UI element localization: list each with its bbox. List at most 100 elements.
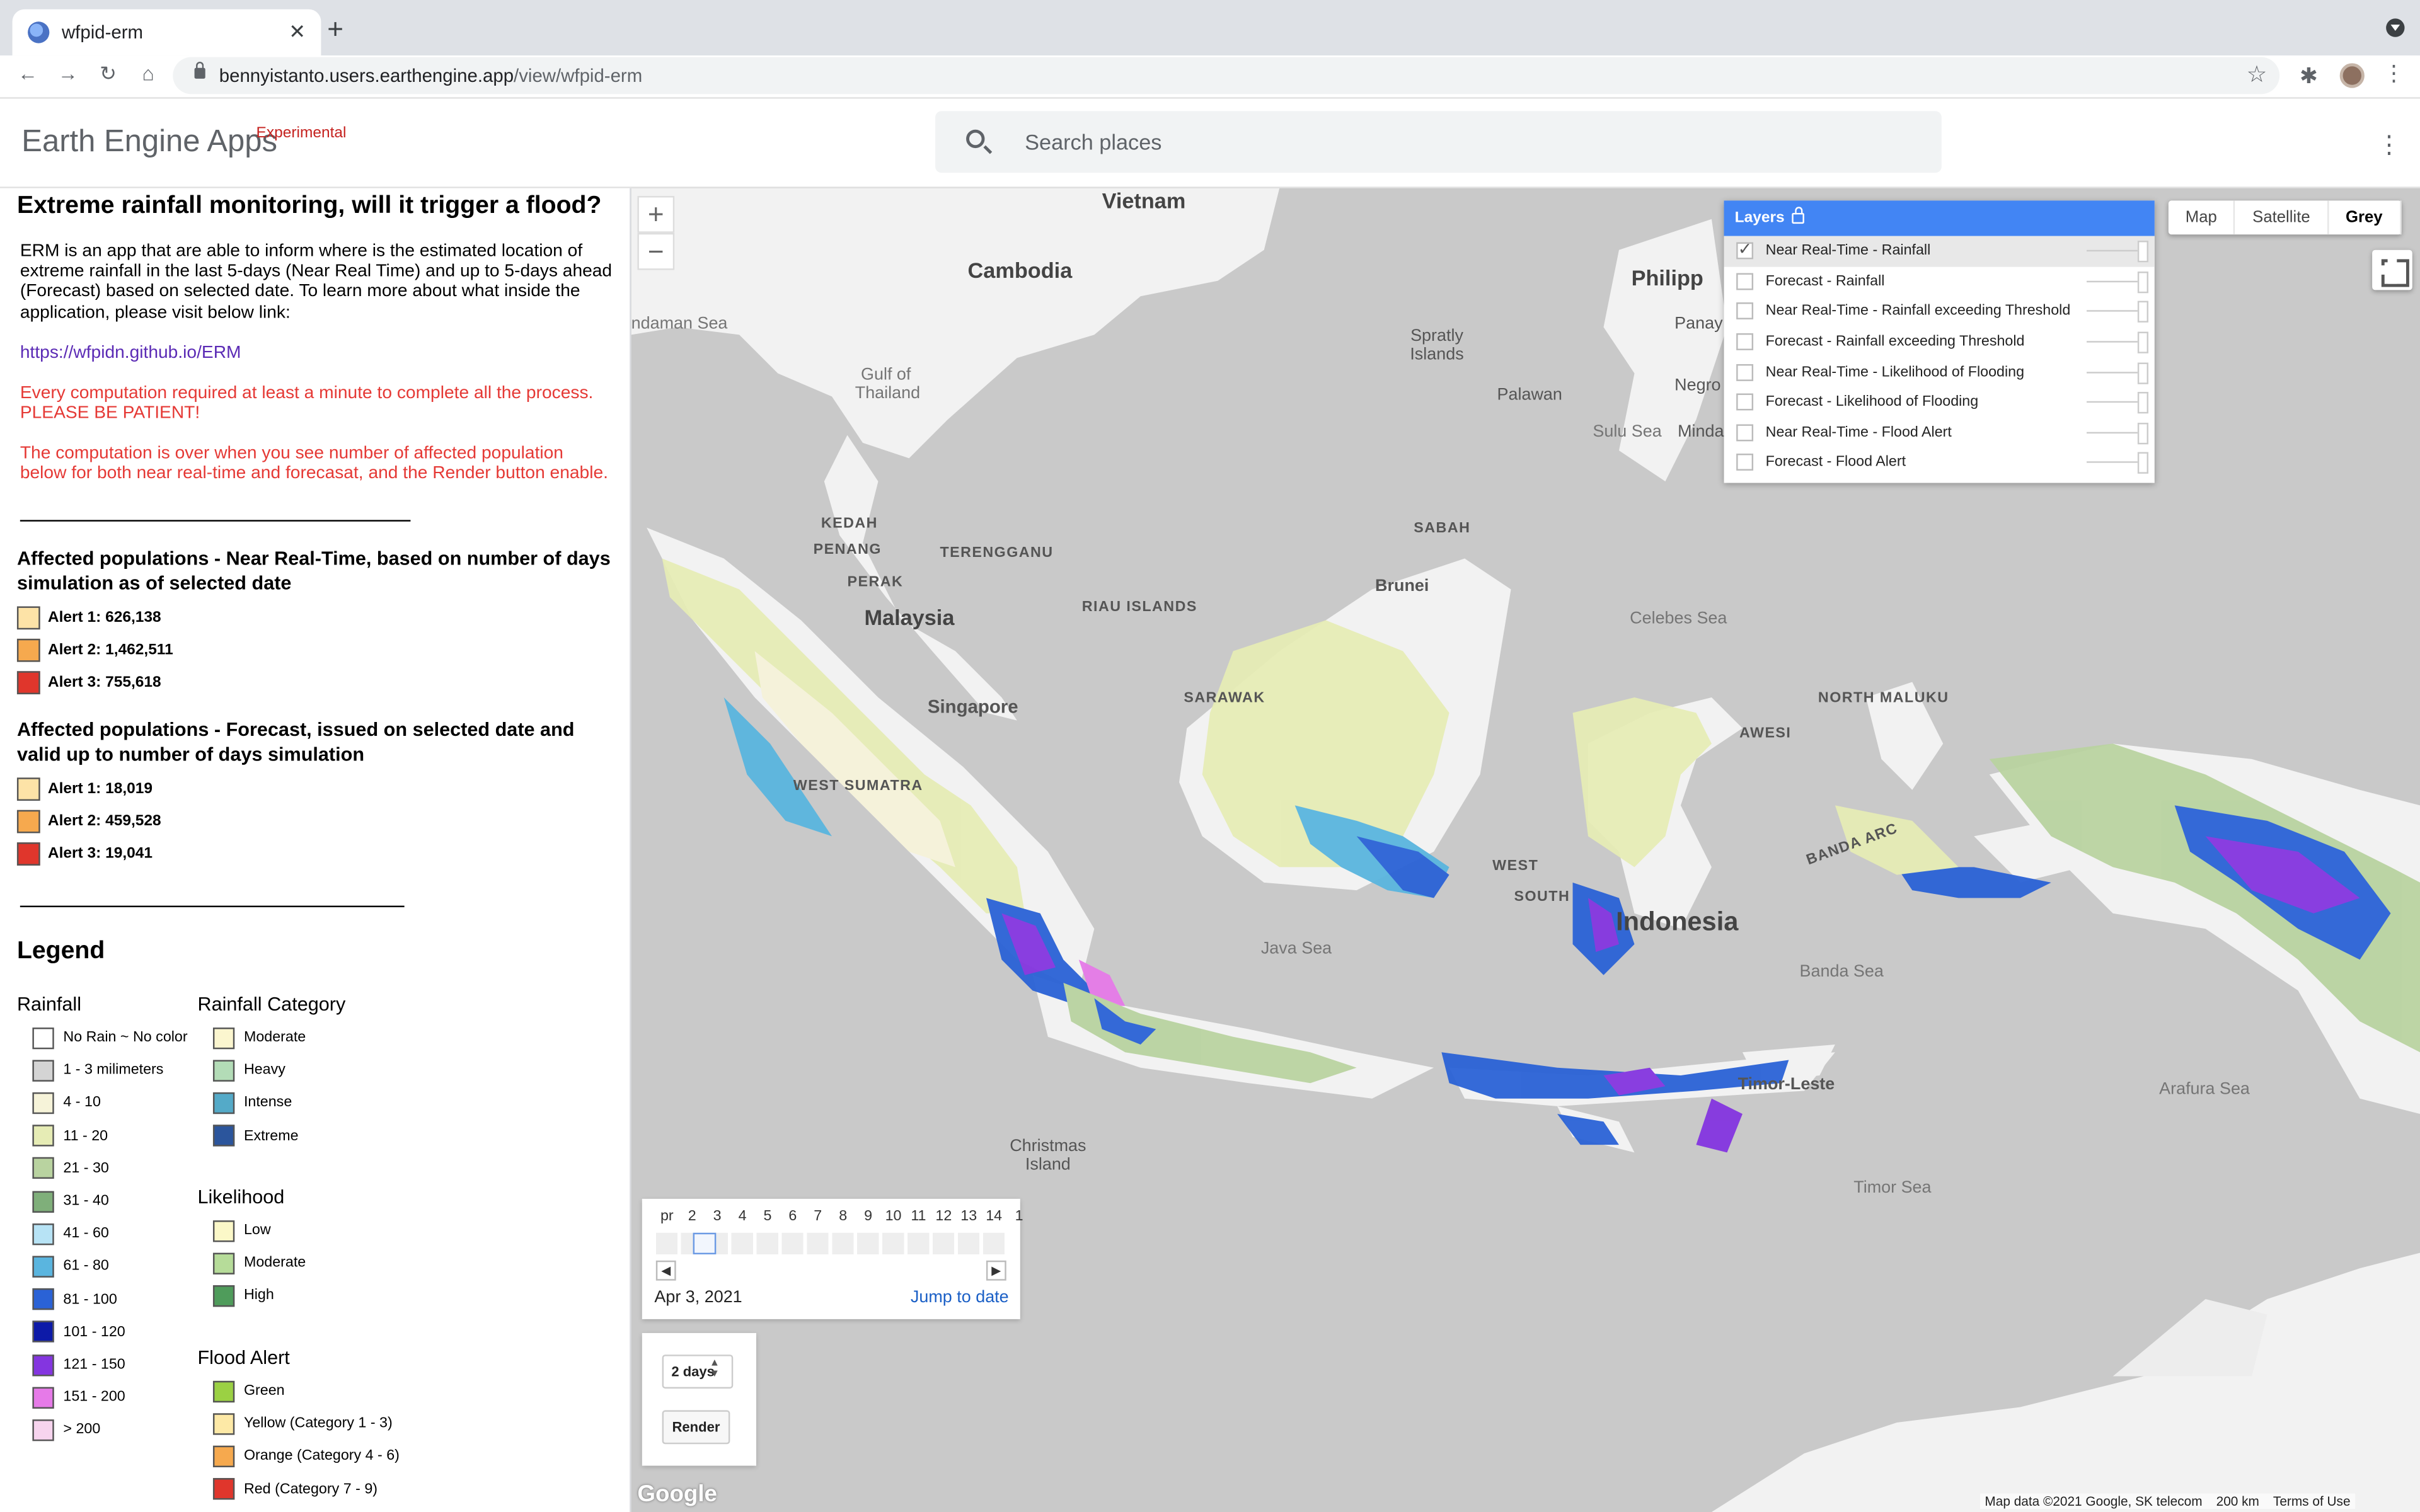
map-attribution: Map data ©2021 Google, SK telecom 200 km… (1980, 1493, 2355, 1509)
layer-row[interactable]: Forecast - Rainfall exceeding Threshold (1724, 327, 2155, 357)
layer-row[interactable]: Near Real-Time - Rainfall exceeding Thre… (1724, 297, 2155, 327)
layers-title: Layers (1734, 210, 1785, 227)
tab-search-icon[interactable] (2386, 18, 2405, 37)
chrome-menu-icon[interactable]: ⋮ (2383, 60, 2404, 87)
layer-opacity-slider[interactable] (2087, 362, 2149, 384)
date-ticks: pr 2 3 4 5 6 7 8 9 10 11 12 13 14 1 (654, 1208, 1032, 1225)
more-options-icon[interactable]: ⋮ (2377, 130, 2401, 161)
layer-opacity-slider[interactable] (2087, 452, 2149, 474)
layer-row[interactable]: Near Real-Time - Rainfall (1724, 236, 2155, 266)
app-brand[interactable]: Earth Engine Apps (21, 125, 277, 160)
layer-row[interactable]: Near Real-Time - Flood Alert (1724, 418, 2155, 448)
layer-checkbox[interactable] (1736, 454, 1754, 472)
alert-1-swatch (16, 605, 40, 629)
layer-checkbox[interactable] (1736, 239, 1754, 260)
alert-3-swatch (16, 670, 40, 694)
layer-checkbox[interactable] (1736, 333, 1754, 351)
label-panay: Panay (1674, 314, 1723, 333)
label-north-maluku: NORTH MALUKU (1818, 689, 1949, 707)
forecast-heading: Affected populations - Forecast, issued … (16, 719, 575, 765)
label-kedah: KEDAH (821, 515, 878, 532)
new-tab-icon[interactable]: + (327, 14, 343, 46)
layer-row[interactable]: Forecast - Rainfall (1724, 266, 2155, 297)
layer-opacity-slider[interactable] (2087, 392, 2149, 414)
label-vietnam: Vietnam (1102, 188, 1186, 213)
nrt-alert-3-text: Alert 3: 755,618 (47, 673, 161, 690)
panel-title: Extreme rainfall monitoring, will it tri… (16, 193, 602, 219)
simulation-controls: 2 days Render (642, 1332, 757, 1466)
map-canvas[interactable]: Vietnam Cambodia Philipp ndaman Sea Gulf… (631, 188, 2420, 1512)
map-type-satellite[interactable]: Satellite (2235, 200, 2329, 235)
date-tick: 6 (788, 1208, 797, 1225)
layer-opacity-slider[interactable] (2087, 271, 2149, 294)
legend-swatch (32, 1353, 54, 1376)
layer-checkbox[interactable] (1736, 364, 1754, 381)
label-singapore: Singapore (927, 696, 1018, 718)
search-places-input[interactable] (1025, 126, 1920, 158)
layer-opacity-slider[interactable] (2087, 241, 2149, 263)
legend-item: Green (212, 1379, 285, 1402)
legend-item: Heavy (212, 1058, 285, 1082)
rainfall-legend-heading: Rainfall (16, 994, 82, 1016)
fullscreen-icon[interactable] (2372, 249, 2412, 290)
home-icon[interactable]: ⌂ (133, 62, 164, 85)
bookmark-star-icon[interactable]: ☆ (2247, 60, 2267, 88)
label-mindanao: Minda (1678, 423, 1724, 442)
layer-checkbox[interactable] (1736, 394, 1754, 411)
zoom-in-button[interactable]: + (637, 196, 675, 233)
lock-icon[interactable] (194, 61, 205, 79)
previous-date-icon[interactable]: ◀ (655, 1260, 676, 1281)
url-host: bennyistanto.users.earthengine.app (219, 64, 514, 87)
legend-item: Moderate (212, 1252, 306, 1275)
map-type-map[interactable]: Map (2169, 200, 2236, 235)
layer-opacity-slider[interactable] (2087, 331, 2149, 354)
erm-doc-link[interactable]: https://wfpidn.github.io/ERM (20, 344, 241, 362)
fc-alert-3: Alert 3: 19,041 (16, 841, 153, 866)
layer-row[interactable]: Forecast - Likelihood of Flooding (1724, 387, 2155, 418)
layer-row[interactable]: Near Real-Time - Likelihood of Flooding (1724, 357, 2155, 387)
legend-swatch (212, 1059, 235, 1081)
reload-icon[interactable]: ↻ (93, 62, 124, 86)
selected-date: Apr 3, 2021 (654, 1288, 742, 1307)
legend-item: 11 - 20 (32, 1124, 108, 1147)
layers-header[interactable]: Layers (1724, 200, 2155, 236)
next-date-icon[interactable]: ▶ (986, 1260, 1006, 1281)
layer-name: Forecast - Rainfall exceeding Threshold (1765, 333, 2025, 351)
layer-opacity-slider[interactable] (2087, 422, 2149, 444)
legend-swatch (32, 1190, 54, 1212)
legend-swatch (212, 1478, 235, 1500)
alert-3-swatch (16, 841, 40, 865)
lock-icon[interactable] (1792, 207, 1804, 224)
layer-checkbox[interactable] (1736, 273, 1754, 290)
forward-icon[interactable]: → (52, 62, 83, 85)
label-arafura-sea: Arafura Sea (2159, 1080, 2250, 1099)
map-type-control: Map Satellite Grey (2168, 200, 2401, 235)
legend-swatch (212, 1125, 235, 1147)
legend-item: 61 - 80 (32, 1255, 109, 1278)
map-type-grey[interactable]: Grey (2329, 200, 2401, 235)
jump-to-date-link[interactable]: Jump to date (911, 1288, 1009, 1307)
legend-label: Orange (Category 4 - 6) (243, 1448, 400, 1465)
label-perak: PERAK (847, 574, 904, 591)
days-select[interactable]: 2 days (662, 1354, 734, 1389)
layer-row[interactable]: Forecast - Flood Alert (1724, 448, 2155, 478)
terms-of-use-link[interactable]: Terms of Use (2273, 1494, 2351, 1509)
close-tab-icon[interactable]: ✕ (289, 20, 306, 45)
browser-tab[interactable]: wfpid-erm ✕ (12, 9, 321, 56)
back-icon[interactable]: ← (13, 62, 43, 85)
nrt-alert-2-text: Alert 2: 1,462,511 (47, 641, 173, 658)
extensions-icon[interactable]: ✱ (2300, 63, 2318, 89)
layer-opacity-slider[interactable] (2087, 301, 2149, 324)
legend-item: Red (Category 7 - 9) (212, 1477, 377, 1501)
layer-checkbox[interactable] (1736, 424, 1754, 442)
zoom-out-button[interactable]: − (637, 232, 675, 270)
address-bar[interactable]: bennyistanto.users.earthengine.app/view/… (173, 57, 2280, 94)
map-scale[interactable]: 200 km (2216, 1494, 2259, 1509)
date-slider-thumb[interactable] (693, 1232, 717, 1255)
profile-avatar[interactable] (2339, 63, 2365, 88)
completion-note: The computation is over when you see num… (20, 444, 608, 484)
layer-checkbox[interactable] (1736, 303, 1754, 321)
fc-alert-2-text: Alert 2: 459,528 (47, 812, 161, 830)
search-box[interactable] (935, 111, 1942, 173)
render-button[interactable]: Render (662, 1410, 730, 1445)
